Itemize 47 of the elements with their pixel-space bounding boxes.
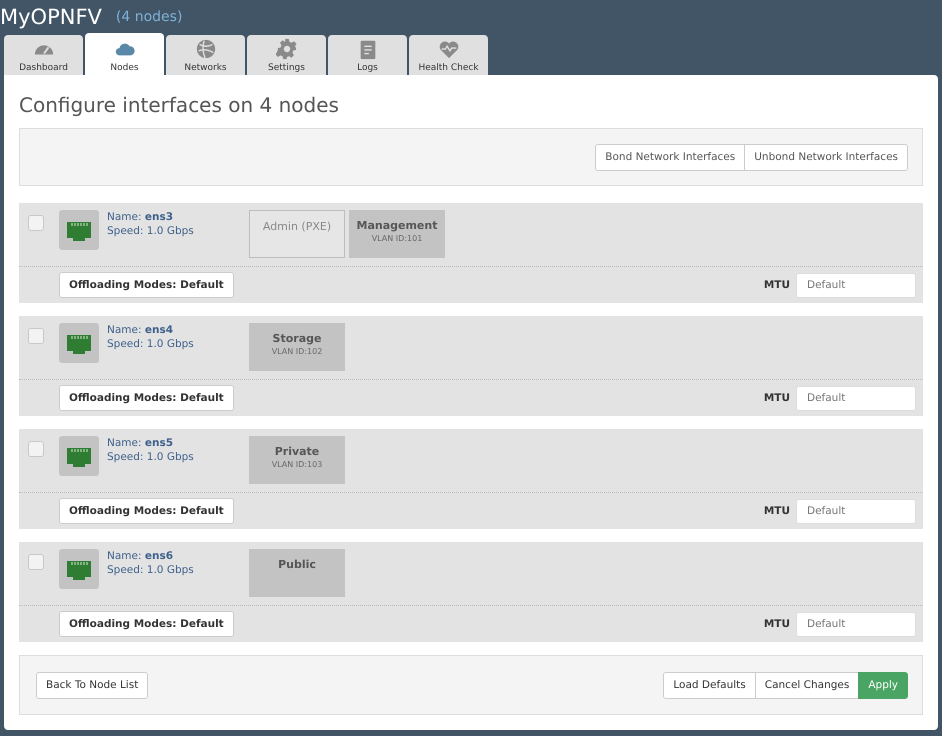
mtu-input[interactable]: Default bbox=[796, 386, 916, 410]
checkbox[interactable] bbox=[28, 328, 44, 344]
interface-speed: Speed: 1.0 Gbps bbox=[107, 450, 195, 464]
mtu-input[interactable]: Default bbox=[796, 272, 916, 298]
offloading-modes-button[interactable]: Offloading Modes: Default bbox=[59, 385, 234, 411]
nav-tab[interactable]: Dashboard bbox=[4, 35, 83, 75]
globe-icon bbox=[194, 38, 216, 60]
mtu-label: MTU bbox=[764, 279, 790, 291]
offloading-modes-button[interactable]: Offloading Modes: Default bbox=[59, 498, 234, 524]
interface-name: Name: ens6 bbox=[107, 549, 174, 563]
ethernet-port-icon bbox=[59, 323, 99, 363]
app-title: MyOPNFV bbox=[0, 4, 102, 28]
mtu-label: MTU bbox=[764, 505, 790, 517]
interface-name: Name: ens4 bbox=[107, 323, 174, 337]
nav-tab[interactable]: Health Check bbox=[409, 35, 488, 75]
mtu-label: MTU bbox=[764, 392, 790, 404]
nav-tab[interactable]: Nodes bbox=[85, 33, 164, 75]
action-button[interactable]: Cancel Changes bbox=[754, 672, 860, 698]
toolbar-button[interactable]: Unbond Network Interfaces bbox=[744, 144, 908, 170]
interface-name: Name: ens5 bbox=[107, 436, 174, 450]
ethernet-port-icon bbox=[59, 436, 99, 476]
interface-speed: Speed: 1.0 Gbps bbox=[107, 337, 195, 351]
toolbar-button[interactable]: Bond Network Interfaces bbox=[595, 144, 746, 170]
action-button[interactable]: Load Defaults bbox=[663, 672, 756, 698]
mtu-input[interactable]: Default bbox=[796, 612, 916, 636]
interface-speed: Speed: 1.0 Gbps bbox=[107, 224, 195, 238]
network-block[interactable]: Public bbox=[249, 549, 345, 597]
settings-icon bbox=[276, 38, 298, 60]
checkbox[interactable] bbox=[28, 554, 44, 570]
nav-tab[interactable]: Settings bbox=[247, 35, 326, 75]
offloading-modes-button[interactable]: Offloading Modes: Default bbox=[59, 611, 234, 637]
offloading-modes-button[interactable]: Offloading Modes: Default bbox=[59, 272, 234, 298]
nav-tab[interactable]: Logs bbox=[328, 35, 407, 75]
nav-tab[interactable]: Networks bbox=[166, 35, 245, 75]
ethernet-port-icon bbox=[59, 210, 99, 250]
network-block[interactable]: Storage VLAN ID:102 bbox=[249, 323, 345, 371]
checkbox[interactable] bbox=[28, 441, 44, 457]
network-block[interactable]: Private VLAN ID:103 bbox=[249, 436, 345, 484]
checkbox[interactable] bbox=[28, 215, 44, 231]
mtu-label: MTU bbox=[764, 618, 790, 630]
page-title: Configure interfaces on 4 nodes bbox=[19, 93, 340, 117]
ethernet-port-icon bbox=[59, 549, 99, 589]
network-block[interactable]: Management VLAN ID:101 bbox=[349, 210, 445, 258]
interface-name: Name: ens3 bbox=[107, 210, 174, 224]
mtu-input[interactable]: Default bbox=[796, 498, 916, 524]
back-button[interactable]: Back To Node List bbox=[36, 672, 148, 698]
interface-speed: Speed: 1.0 Gbps bbox=[107, 563, 195, 577]
